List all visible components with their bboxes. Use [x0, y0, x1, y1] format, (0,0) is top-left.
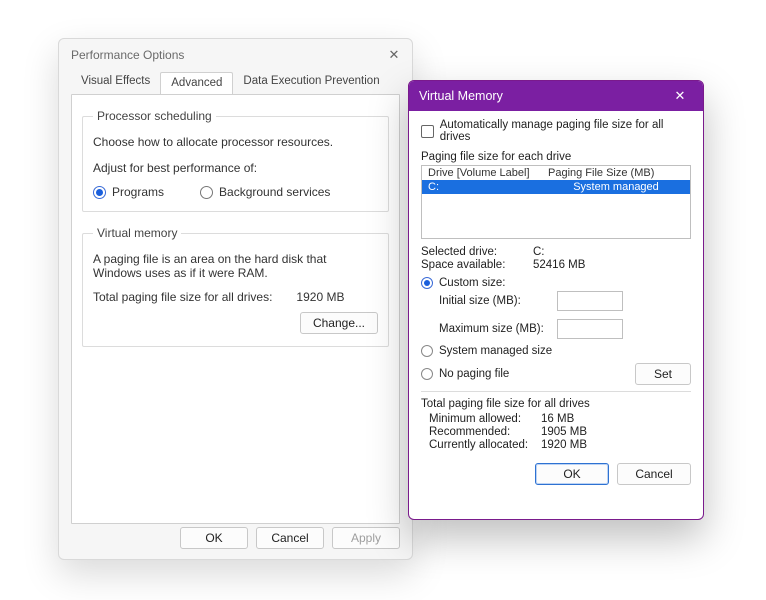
initial-size-input[interactable] — [557, 291, 623, 311]
drive-row-size: System managed — [548, 181, 684, 193]
separator — [421, 391, 691, 392]
radio-custom-size-label: Custom size: — [439, 277, 505, 289]
space-available-value: 52416 MB — [533, 259, 691, 271]
drive-list[interactable]: Drive [Volume Label] Paging File Size (M… — [421, 165, 691, 239]
vm-body: Automatically manage paging file size fo… — [409, 111, 703, 495]
initial-size-label: Initial size (MB): — [439, 295, 557, 307]
total-paging-value: 1920 MB — [296, 290, 344, 304]
ok-button[interactable]: OK — [535, 463, 609, 485]
perf-tab-panel: Processor scheduling Choose how to alloc… — [71, 94, 400, 524]
radio-custom-size[interactable]: Custom size: — [421, 277, 505, 289]
virtual-memory-dialog: Virtual Memory ✕ Automatically manage pa… — [408, 80, 704, 520]
recommended-value: 1905 MB — [541, 426, 691, 438]
vm-title: Virtual Memory — [419, 89, 661, 103]
radio-system-managed[interactable]: System managed size — [421, 345, 552, 357]
performance-options-window: Performance Options ✕ Visual Effects Adv… — [58, 38, 413, 560]
auto-manage-label: Automatically manage paging file size fo… — [440, 119, 691, 143]
apply-button[interactable]: Apply — [332, 527, 400, 549]
radio-dot-icon — [421, 277, 433, 289]
radio-no-paging-label: No paging file — [439, 368, 509, 380]
ok-button[interactable]: OK — [180, 527, 248, 549]
total-paging-label: Total paging file size for all drives: — [93, 290, 272, 304]
cancel-button[interactable]: Cancel — [256, 527, 324, 549]
radio-programs-label: Programs — [112, 185, 164, 199]
maximum-size-label: Maximum size (MB): — [439, 323, 557, 335]
radio-system-managed-label: System managed size — [439, 345, 552, 357]
currently-allocated-value: 1920 MB — [541, 439, 691, 451]
hdr-drive: Drive [Volume Label] — [428, 167, 548, 179]
space-available-label: Space available: — [421, 259, 533, 271]
perf-title: Performance Options — [71, 48, 384, 62]
drive-row[interactable]: C: System managed — [422, 180, 690, 194]
perf-titlebar: Performance Options ✕ — [59, 39, 412, 71]
radio-background-services[interactable]: Background services — [200, 185, 330, 199]
processor-scheduling-group: Processor scheduling Choose how to alloc… — [82, 109, 389, 212]
perf-footer: OK Cancel Apply — [180, 527, 400, 549]
virtual-memory-group: Virtual memory A paging file is an area … — [82, 226, 389, 347]
drive-row-label: C: — [428, 181, 548, 193]
each-drive-label: Paging file size for each drive — [421, 151, 691, 163]
hdr-size: Paging File Size (MB) — [548, 167, 684, 179]
virtual-memory-legend: Virtual memory — [93, 226, 181, 240]
cancel-button[interactable]: Cancel — [617, 463, 691, 485]
radio-dot-icon — [421, 368, 433, 380]
tab-dep[interactable]: Data Execution Prevention — [233, 71, 389, 94]
checkbox-box-icon — [421, 125, 434, 138]
change-button[interactable]: Change... — [300, 312, 378, 334]
recommended-label: Recommended: — [429, 426, 541, 438]
selected-drive-value: C: — [533, 246, 691, 258]
drive-list-header: Drive [Volume Label] Paging File Size (M… — [422, 166, 690, 180]
radio-dot-icon — [200, 186, 213, 199]
radio-dot-icon — [93, 186, 106, 199]
minimum-allowed-value: 16 MB — [541, 413, 691, 425]
radio-programs[interactable]: Programs — [93, 185, 164, 199]
vm-footer: OK Cancel — [421, 463, 691, 485]
radio-dot-icon — [421, 345, 433, 357]
vm-titlebar: Virtual Memory ✕ — [409, 81, 703, 111]
processor-scheduling-legend: Processor scheduling — [93, 109, 216, 123]
close-icon[interactable]: ✕ — [384, 45, 404, 65]
radio-background-label: Background services — [219, 185, 330, 199]
minimum-allowed-label: Minimum allowed: — [429, 413, 541, 425]
processor-scheduling-desc: Choose how to allocate processor resourc… — [93, 135, 378, 149]
adjust-label: Adjust for best performance of: — [93, 161, 378, 175]
tab-visual-effects[interactable]: Visual Effects — [71, 71, 160, 94]
selected-drive-label: Selected drive: — [421, 246, 533, 258]
auto-manage-checkbox[interactable]: Automatically manage paging file size fo… — [421, 119, 691, 143]
radio-no-paging-file[interactable]: No paging file — [421, 368, 509, 380]
set-button[interactable]: Set — [635, 363, 691, 385]
virtual-memory-desc: A paging file is an area on the hard dis… — [93, 252, 378, 280]
currently-allocated-label: Currently allocated: — [429, 439, 541, 451]
totals-title: Total paging file size for all drives — [421, 398, 691, 410]
tab-advanced[interactable]: Advanced — [160, 72, 233, 95]
close-icon[interactable]: ✕ — [661, 83, 699, 109]
maximum-size-input[interactable] — [557, 319, 623, 339]
perf-tabs: Visual Effects Advanced Data Execution P… — [59, 71, 412, 94]
